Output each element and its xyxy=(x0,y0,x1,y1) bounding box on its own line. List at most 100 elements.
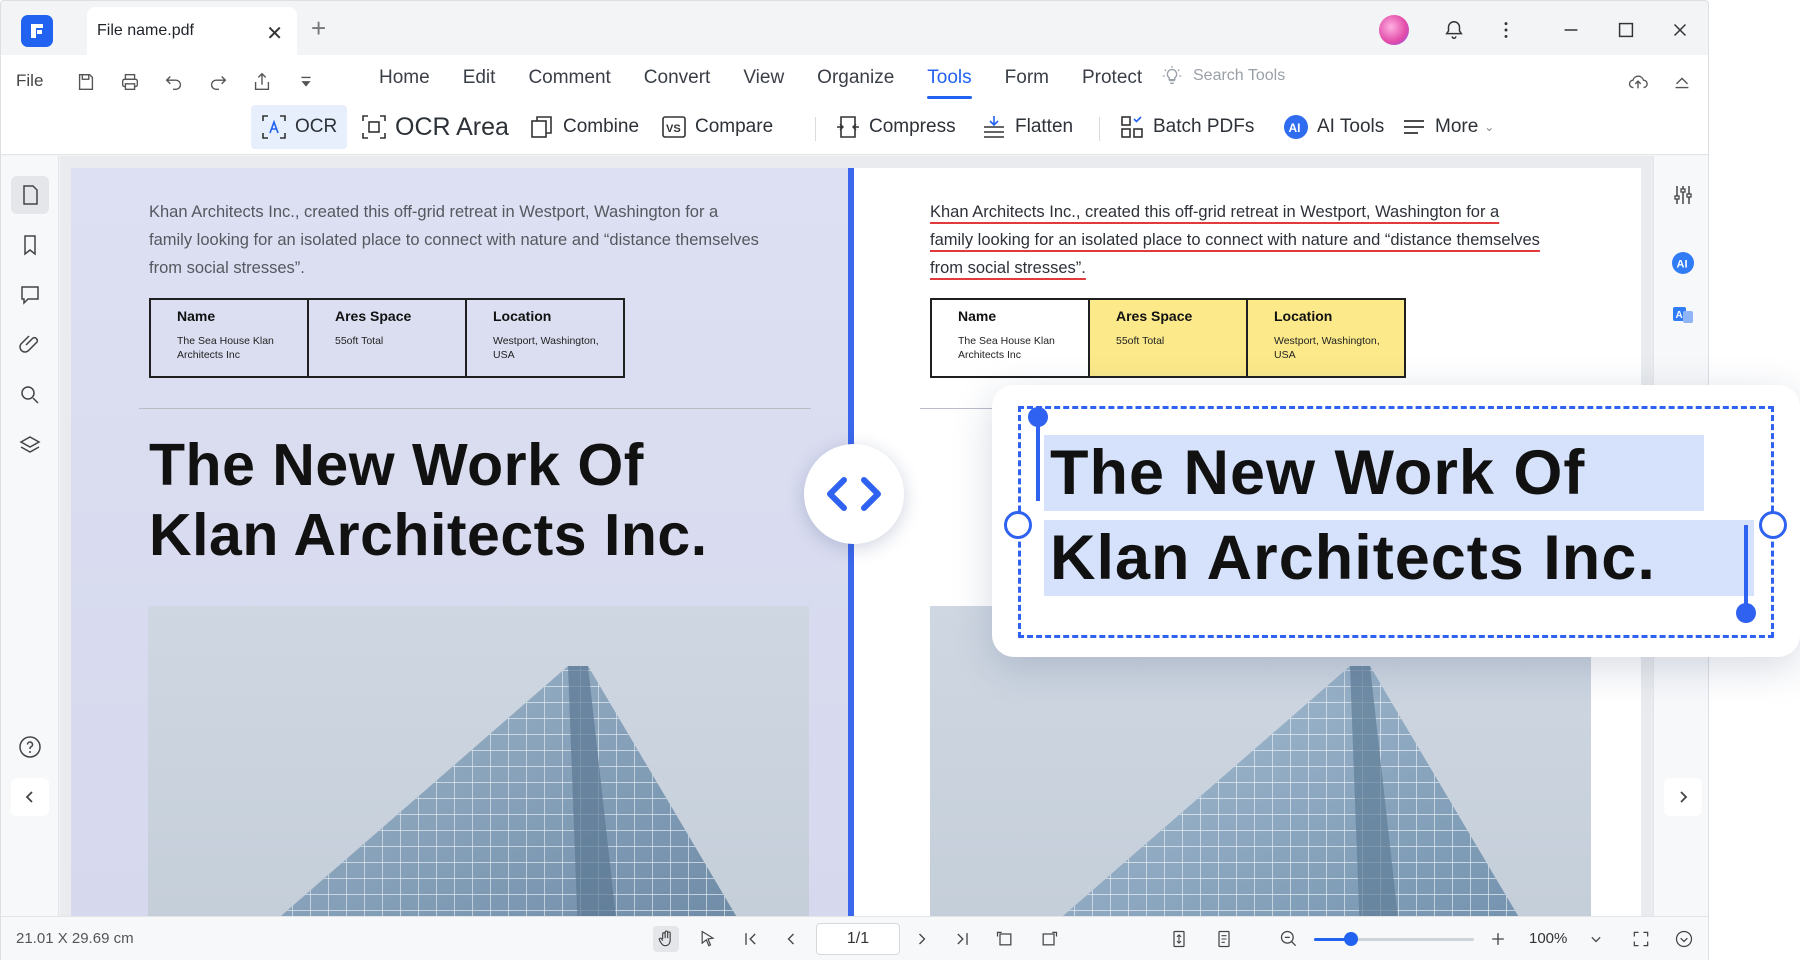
notification-bell-icon[interactable] xyxy=(1439,15,1469,45)
batch-pdfs-button[interactable]: Batch PDFs xyxy=(1119,105,1254,149)
combine-button[interactable]: Combine xyxy=(529,105,639,149)
rotate-left-icon[interactable] xyxy=(992,926,1018,952)
hand-tool-icon[interactable] xyxy=(653,926,679,952)
menu-protect[interactable]: Protect xyxy=(1082,67,1142,95)
fit-page-icon[interactable] xyxy=(1166,926,1192,952)
ocr-text-line-2[interactable]: Klan Architects Inc. xyxy=(1044,520,1754,596)
close-window-icon[interactable] xyxy=(1665,15,1695,45)
zoom-dropdown-icon[interactable] xyxy=(1583,926,1609,952)
flatten-button[interactable]: Flatten xyxy=(981,105,1073,149)
rotate-right-icon[interactable] xyxy=(1036,926,1062,952)
menu-bar: File Home Edit Comment Convert View Orga… xyxy=(1,55,1708,105)
svg-text:A: A xyxy=(1676,310,1683,321)
text-cursor-end xyxy=(1744,525,1748,611)
status-bar: 21.01 X 29.69 cm 1/1 100% xyxy=(1,916,1708,960)
view-options-icon[interactable] xyxy=(1671,926,1697,952)
expand-right-panel-icon[interactable] xyxy=(1664,778,1702,816)
menu-home[interactable]: Home xyxy=(379,67,430,95)
user-avatar[interactable] xyxy=(1379,15,1409,45)
select-tool-icon[interactable] xyxy=(695,926,721,952)
undo-icon[interactable] xyxy=(159,67,189,97)
zoom-in-icon[interactable] xyxy=(1485,926,1511,952)
original-page: Khan Architects Inc., created this off-g… xyxy=(71,168,851,916)
menu-form[interactable]: Form xyxy=(1005,67,1049,95)
text-cursor-start xyxy=(1036,415,1040,501)
code-arrows-icon xyxy=(827,477,881,511)
more-tools-button[interactable]: More ⌄ xyxy=(1401,105,1494,149)
batch-pdfs-icon xyxy=(1121,116,1143,138)
ai-assistant-icon[interactable]: AI xyxy=(1664,244,1702,282)
collapse-ribbon-icon[interactable] xyxy=(1667,67,1697,97)
toolbar-separator xyxy=(815,117,816,141)
ocr-icon xyxy=(262,115,286,139)
combine-icon xyxy=(531,116,552,138)
tab-title: File name.pdf xyxy=(97,22,194,39)
search-icon[interactable] xyxy=(11,376,49,414)
maximize-icon[interactable] xyxy=(1611,15,1641,45)
bookmark-icon[interactable] xyxy=(11,226,49,264)
previous-page-icon[interactable] xyxy=(778,926,804,952)
table-cell-location-changed: Location Westport, Washington, USA xyxy=(1248,300,1404,376)
page-paragraph: Khan Architects Inc., created this off-g… xyxy=(149,203,759,277)
page-divider xyxy=(139,408,811,409)
attachment-icon[interactable] xyxy=(11,326,49,364)
selection-handle-end[interactable] xyxy=(1736,603,1756,623)
share-icon[interactable] xyxy=(247,67,277,97)
menu-comment[interactable]: Comment xyxy=(528,67,610,95)
more-options-icon[interactable] xyxy=(1491,15,1521,45)
search-tools[interactable]: Search Tools xyxy=(1161,65,1285,87)
lightbulb-icon xyxy=(1162,65,1182,85)
compare-icon: VS xyxy=(662,116,686,138)
page-thumbnails-icon[interactable] xyxy=(11,176,49,214)
compare-slider-handle[interactable] xyxy=(804,444,904,544)
new-tab-icon[interactable]: + xyxy=(311,13,326,44)
zoom-slider-handle[interactable] xyxy=(1343,932,1358,946)
first-page-icon[interactable] xyxy=(738,926,764,952)
redo-icon[interactable] xyxy=(203,67,233,97)
fullscreen-icon[interactable] xyxy=(1628,926,1654,952)
next-page-icon[interactable] xyxy=(909,926,935,952)
ocr-text-line-1[interactable]: The New Work Of xyxy=(1044,435,1704,511)
zoom-out-icon[interactable] xyxy=(1276,926,1302,952)
save-icon[interactable] xyxy=(71,67,101,97)
info-table: Name The Sea House Klan Architects Inc A… xyxy=(149,298,625,378)
help-icon[interactable] xyxy=(11,728,49,766)
menu-convert[interactable]: Convert xyxy=(644,67,711,95)
menu-view[interactable]: View xyxy=(743,67,784,95)
ai-tools-button[interactable]: AI AI Tools xyxy=(1283,105,1384,149)
menu-tools[interactable]: Tools xyxy=(927,67,973,99)
print-icon[interactable] xyxy=(115,67,145,97)
toolbar-separator xyxy=(1099,117,1100,141)
customize-dropdown-icon[interactable] xyxy=(291,67,321,97)
document-tab[interactable]: File name.pdf ✕ xyxy=(87,7,297,55)
last-page-icon[interactable] xyxy=(949,926,975,952)
collapse-left-panel-icon[interactable] xyxy=(11,778,49,816)
svg-text:VS: VS xyxy=(666,123,681,135)
compare-button[interactable]: VS Compare xyxy=(661,105,773,149)
page-number-input[interactable]: 1/1 xyxy=(816,923,900,955)
ocr-area-button[interactable]: OCR Area xyxy=(361,105,509,149)
zoom-slider[interactable] xyxy=(1314,932,1474,946)
ocr-result-card: The New Work Of Klan Architects Inc. xyxy=(992,385,1800,657)
cloud-upload-icon[interactable] xyxy=(1623,67,1653,97)
layers-icon[interactable] xyxy=(11,426,49,464)
resize-handle-left[interactable] xyxy=(1004,511,1032,539)
table-cell-area-changed: Ares Space 55oft Total xyxy=(1090,300,1248,376)
close-tab-icon[interactable]: ✕ xyxy=(266,21,283,46)
comment-icon[interactable] xyxy=(11,276,49,314)
translate-icon[interactable]: A xyxy=(1664,296,1702,334)
tools-toolbar: OCR OCR Area Combine VS Compare Compress… xyxy=(1,105,1708,155)
app-logo-icon[interactable] xyxy=(21,15,53,47)
compress-button[interactable]: Compress xyxy=(835,105,956,149)
resize-handle-right[interactable] xyxy=(1759,511,1787,539)
selection-handle-start[interactable] xyxy=(1028,407,1048,427)
page-layout-icon[interactable] xyxy=(1211,926,1237,952)
menu-edit[interactable]: Edit xyxy=(463,67,496,95)
hamburger-menu-icon xyxy=(1404,120,1424,134)
menu-organize[interactable]: Organize xyxy=(817,67,894,95)
ocr-button[interactable]: OCR xyxy=(251,105,347,149)
zoom-level[interactable]: 100% xyxy=(1529,930,1567,947)
minimize-icon[interactable] xyxy=(1556,15,1586,45)
properties-sliders-icon[interactable] xyxy=(1664,176,1702,214)
file-menu[interactable]: File xyxy=(16,71,43,91)
